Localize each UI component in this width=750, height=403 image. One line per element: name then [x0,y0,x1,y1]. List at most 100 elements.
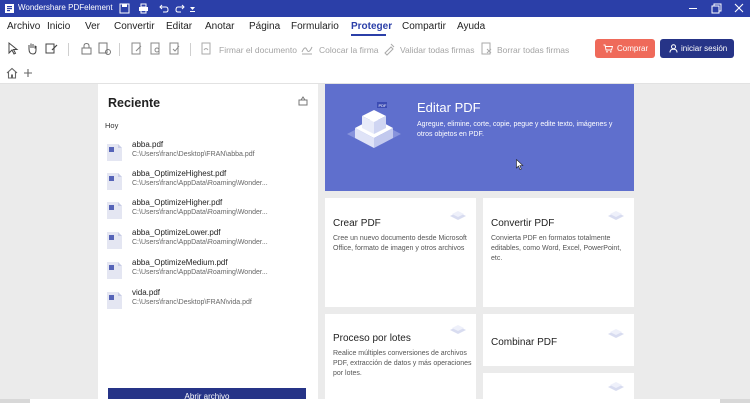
bottom-strip [0,399,750,403]
minimize-icon[interactable] [682,0,704,17]
cart-icon [603,44,613,53]
buy-label: Comprar [617,44,649,53]
toolbar-separator [68,43,69,56]
search-redact-icon[interactable] [148,41,163,56]
create-pdf-card[interactable]: Crear PDF Cree un nuevo documento desde … [325,198,476,307]
user-icon [669,44,678,53]
title-bar: Wondershare PDFelement [0,0,750,17]
file-path: C:\Users\franc\AppData\Roaming\Wonder... [132,180,268,187]
convert-pdf-card[interactable]: Convertir PDF Convierta PDF en formatos … [483,198,634,307]
more-tools-icon [608,382,624,391]
file-name: abba_OptimizeLower.pdf [132,228,221,237]
pdf-file-icon [107,173,122,190]
file-path: C:\Users\franc\Desktop\FRAN\vida.pdf [132,299,252,306]
menu-pagina[interactable]: Página [249,21,280,32]
permissions-icon[interactable] [97,41,112,56]
recent-file-item[interactable]: abba_OptimizeLower.pdf C:\Users\franc\Ap… [106,228,311,254]
toolbar-separator [190,43,191,56]
menu-ver[interactable]: Ver [85,21,100,32]
file-name: abba_OptimizeHighest.pdf [132,169,227,178]
menu-formulario[interactable]: Formulario [291,21,339,32]
menu-editar[interactable]: Editar [166,21,192,32]
combine-pdf-icon [608,329,624,338]
sign-document-button[interactable]: Firmar el documento [219,45,297,55]
pin-icon[interactable] [298,96,308,106]
menu-compartir[interactable]: Compartir [402,21,446,32]
logo-icon [5,4,14,13]
apply-redact-icon[interactable] [167,41,182,56]
login-button[interactable]: iniciar sesión [660,39,734,58]
create-pdf-title: Crear PDF [333,218,381,229]
lock-icon[interactable] [79,41,94,56]
buy-button[interactable]: Comprar [595,39,655,58]
window-title: Wondershare PDFelement [18,3,113,12]
recent-file-item[interactable]: abba_OptimizeHighest.pdf C:\Users\franc\… [106,169,311,195]
place-signature-button[interactable]: Colocar la firma [319,45,379,55]
combine-pdf-title: Combinar PDF [491,337,558,348]
login-label: iniciar sesión [681,44,728,53]
redact-icon[interactable] [129,41,144,56]
toolbar-separator [119,43,120,56]
batch-process-icon [450,325,466,334]
pdf-file-icon [107,202,122,219]
convert-pdf-title: Convertir PDF [491,218,555,229]
recent-file-item[interactable]: abba.pdf C:\Users\franc\Desktop\FRAN\abb… [106,140,311,166]
recent-file-item[interactable]: abba_OptimizeMedium.pdf C:\Users\franc\A… [106,258,311,284]
pdf-file-icon [107,262,122,279]
pdf-file-icon [107,292,122,309]
recent-group-label: Hoy [105,121,119,130]
recent-file-item[interactable]: abba_OptimizeHigher.pdf C:\Users\franc\A… [106,198,311,224]
batch-process-description: Realice múltiples conversiones de archiv… [333,350,472,377]
menu-inicio[interactable]: Inicio [47,21,70,32]
menu-proteger[interactable]: Proteger [351,21,392,32]
menu-ayuda[interactable]: Ayuda [457,21,485,32]
edit-tool-icon[interactable] [44,41,59,56]
close-icon[interactable] [728,0,750,17]
file-path: C:\Users\franc\AppData\Roaming\Wonder... [132,269,268,276]
document-tab-row [0,62,750,84]
mouse-cursor-icon [516,159,524,170]
file-path: C:\Users\franc\AppData\Roaming\Wonder... [132,209,268,216]
combine-pdf-card[interactable]: Combinar PDF [483,314,634,366]
maximize-icon[interactable] [706,0,728,17]
delete-signatures-icon[interactable] [479,41,494,56]
file-path: C:\Users\franc\Desktop\FRAN\abba.pdf [132,151,255,158]
edit-pdf-title: Editar PDF [417,100,481,115]
delete-signatures-button[interactable]: Borrar todas firmas [497,45,569,55]
convert-pdf-description: Convierta PDF en formatos totalmente edi… [491,235,622,262]
place-signature-icon[interactable] [300,41,315,56]
validate-signatures-button[interactable]: Validar todas firmas [400,45,474,55]
save-icon[interactable] [118,2,131,15]
quick-access-dropdown-icon[interactable] [186,2,199,15]
sign-document-icon[interactable] [199,41,214,56]
edit-pdf-card[interactable]: PDF Editar PDF Agregue, elimine, corte, … [325,84,634,191]
validate-signatures-icon[interactable] [382,41,397,56]
file-name: abba_OptimizeHigher.pdf [132,198,223,207]
select-arrow-icon[interactable] [6,41,21,56]
pdf-file-icon [107,232,122,249]
edit-pdf-description: Agregue, elimine, corte, copie, pegue y … [417,121,613,138]
home-icon[interactable] [6,67,18,79]
menu-convertir[interactable]: Convertir [114,21,155,32]
plus-icon[interactable] [23,68,33,78]
recent-panel: Reciente Hoy abba.pdf C:\Users\franc\Des… [98,84,318,403]
batch-process-card[interactable]: Proceso por lotes Realice múltiples conv… [325,314,476,399]
menu-archivo[interactable]: Archivo [7,21,40,32]
convert-pdf-icon [608,211,624,220]
print-icon[interactable] [137,2,150,15]
file-name: abba_OptimizeMedium.pdf [132,258,228,267]
file-name: abba.pdf [132,140,164,149]
pdf-file-icon [107,144,122,161]
hand-tool-icon[interactable] [25,41,40,56]
batch-process-title: Proceso por lotes [333,333,411,344]
create-pdf-icon [450,211,466,220]
edit-pdf-illustration: PDF [347,102,401,148]
create-pdf-description: Cree un nuevo documento desde Microsoft … [333,235,467,252]
recent-title: Reciente [108,96,161,110]
recent-file-item[interactable]: vida.pdf C:\Users\franc\Desktop\FRAN\vid… [106,288,311,314]
file-path: C:\Users\franc\AppData\Roaming\Wonder... [132,239,268,246]
undo-icon[interactable] [157,2,170,15]
file-name: vida.pdf [132,288,161,297]
svg-text:PDF: PDF [379,103,388,108]
menu-anotar[interactable]: Anotar [205,21,234,32]
